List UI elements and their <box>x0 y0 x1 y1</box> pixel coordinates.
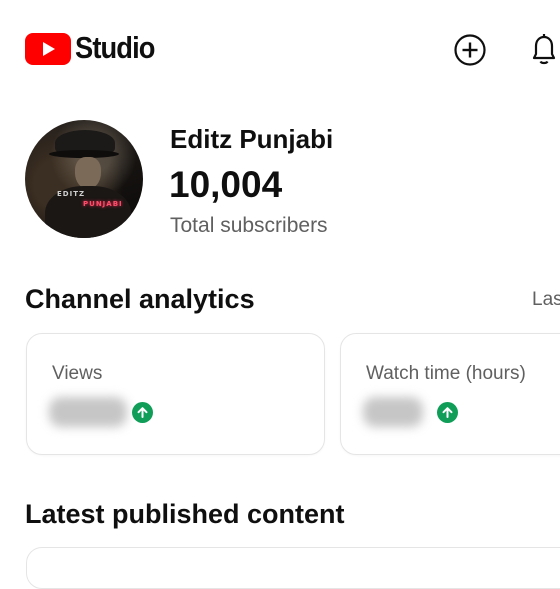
subscriber-label: Total subscribers <box>170 214 328 237</box>
trend-up-icon <box>132 402 153 423</box>
notifications-button[interactable] <box>528 31 560 67</box>
watch-time-label: Watch time (hours) <box>366 363 526 384</box>
views-value-blurred <box>49 397 127 427</box>
trend-up-icon <box>437 402 458 423</box>
studio-brand-text: Studio <box>75 30 155 65</box>
channel-avatar[interactable]: EDITZ PUNJABI <box>25 120 143 238</box>
views-label: Views <box>52 363 103 384</box>
views-card[interactable]: Views <box>26 333 325 455</box>
avatar-watermark-line2: PUNJABI <box>83 200 123 208</box>
watch-time-card[interactable]: Watch time (hours) <box>340 333 560 455</box>
watch-time-value-blurred <box>363 397 423 427</box>
channel-name: Editz Punjabi <box>170 124 334 154</box>
bell-icon <box>532 34 556 65</box>
channel-analytics-heading: Channel analytics <box>25 284 255 314</box>
latest-content-card[interactable] <box>26 547 560 589</box>
create-button[interactable] <box>453 33 487 67</box>
youtube-logo-icon[interactable] <box>25 33 71 65</box>
subscriber-count: 10,004 <box>169 164 283 205</box>
analytics-period-link[interactable]: Las <box>532 289 560 311</box>
avatar-watermark-line1: EDITZ <box>57 190 86 198</box>
add-circle-icon <box>454 34 486 66</box>
latest-content-heading: Latest published content <box>25 499 345 529</box>
avatar-face <box>75 157 101 189</box>
